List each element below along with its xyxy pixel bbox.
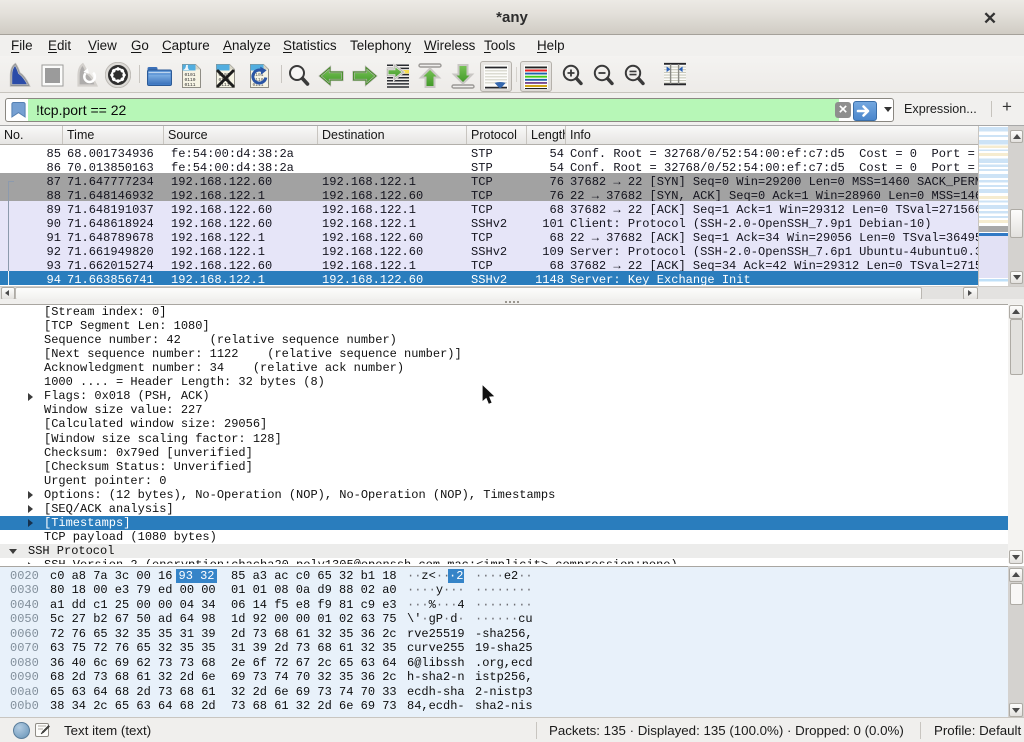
- svg-text:0111: 0111: [185, 82, 196, 88]
